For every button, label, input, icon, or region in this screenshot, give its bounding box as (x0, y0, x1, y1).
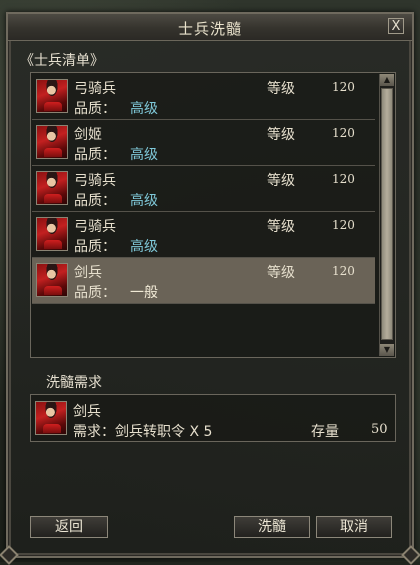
quality-label: 品质： (74, 101, 116, 117)
level-label: 等级 (267, 173, 295, 189)
quality-value: 高级 (130, 193, 158, 209)
level-label: 等级 (267, 265, 295, 281)
scroll-down-icon[interactable]: ▼ (380, 344, 394, 356)
quality-value: 高级 (130, 147, 158, 163)
cancel-button[interactable]: 取消 (316, 516, 392, 538)
quality-label: 品质： (74, 193, 116, 209)
soldier-list-heading: 《士兵清单》 (20, 53, 104, 69)
list-scrollbar[interactable]: ▲ ▼ (379, 74, 394, 356)
requirement-unit-name: 剑兵 (73, 404, 101, 420)
soldier-row[interactable]: 剑兵品质： 一般 等级 120 (32, 258, 375, 304)
quality-label: 品质： (74, 239, 116, 255)
refine-button[interactable]: 洗髓 (234, 516, 310, 538)
soldier-portrait-icon (36, 79, 68, 113)
title-bar[interactable]: 士兵洗髓 X (8, 14, 412, 41)
level-label: 等级 (267, 219, 295, 235)
quality-label: 品质： (74, 147, 116, 163)
soldier-portrait-icon (36, 263, 68, 297)
level-value: 120 (332, 126, 355, 140)
requirement-text: 需求：剑兵转职令 X 5 (73, 424, 213, 440)
close-button[interactable]: X (388, 18, 404, 34)
back-button[interactable]: 返回 (30, 516, 108, 538)
sword-soldier-portrait-icon (35, 401, 67, 435)
requirement-heading: 洗髓需求 (46, 375, 102, 391)
soldier-name: 弓骑兵 (74, 81, 116, 97)
soldier-portrait-icon (36, 171, 68, 205)
requirement-panel: 剑兵 需求：剑兵转职令 X 5 存量 50 (30, 394, 396, 442)
level-label: 等级 (267, 127, 295, 143)
level-value: 120 (332, 80, 355, 94)
soldier-portrait-icon (36, 217, 68, 251)
level-value: 120 (332, 218, 355, 232)
quality-value: 高级 (130, 239, 158, 255)
soldier-row[interactable]: 剑姬品质： 高级 等级 120 (32, 120, 375, 166)
scroll-up-icon[interactable]: ▲ (380, 74, 394, 86)
scroll-thumb[interactable] (381, 88, 393, 340)
level-label: 等级 (267, 81, 295, 97)
quality-value: 高级 (130, 101, 158, 117)
soldier-row[interactable]: 弓骑兵品质： 高级 等级 120 (32, 212, 375, 258)
stock-label: 存量 (311, 424, 339, 440)
soldier-list: 弓骑兵 品质： 高级 等级 120 剑姬 品质： 高级 等级 120 弓骑兵 品质： 高级 等级 120 弓骑… (30, 72, 396, 358)
soldier-name: 剑兵 (74, 265, 102, 281)
soldier-name: 剑姬 (74, 127, 102, 143)
stock-value: 50 (371, 422, 388, 437)
soldier-row[interactable]: 弓骑兵品质： 高级 等级 120 (32, 74, 375, 120)
soldier-refine-window: 士兵洗髓 X 《士兵清单》 弓骑兵 品质： 高级 等级 120 剑姬 品质： 高级 等级 120 弓… (0, 12, 420, 565)
soldier-portrait-icon (36, 125, 68, 159)
quality-label: 品质： (74, 285, 116, 301)
soldier-name: 弓骑兵 (74, 219, 116, 235)
level-value: 120 (332, 172, 355, 186)
quality-value: 一般 (130, 285, 158, 301)
soldier-row[interactable]: 弓骑兵品质： 高级 等级 120 (32, 166, 375, 212)
window-title: 士兵洗髓 (177, 20, 242, 38)
soldier-name: 弓骑兵 (74, 173, 116, 189)
level-value: 120 (332, 264, 355, 278)
